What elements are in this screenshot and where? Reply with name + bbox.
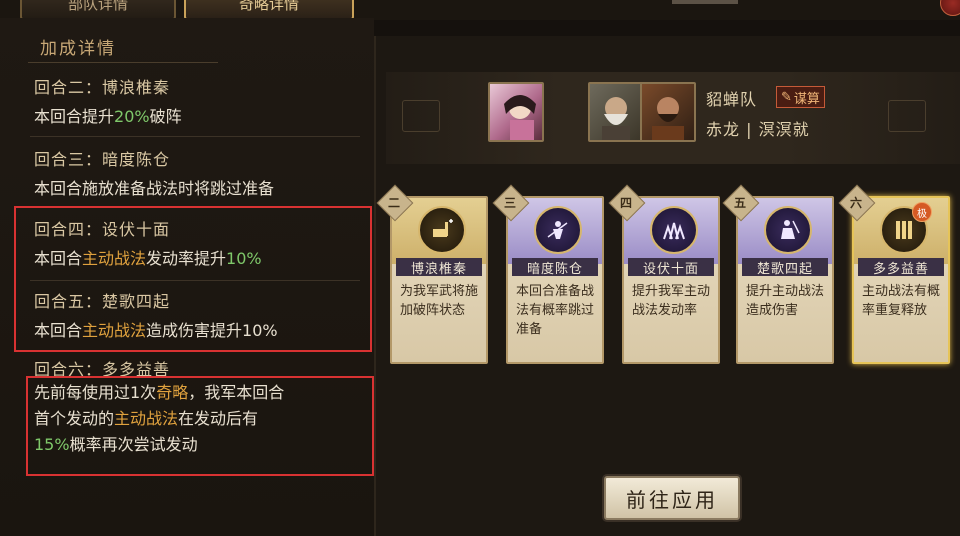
round-badge-number: 五 bbox=[733, 195, 746, 210]
portrait-image bbox=[504, 95, 536, 140]
card-name: 设伏十面 bbox=[628, 258, 714, 277]
round-3-name: 回合三：暗度陈仓 bbox=[34, 150, 171, 169]
card-name: 暗度陈仓 bbox=[512, 258, 598, 277]
card-name: 多多益善 bbox=[858, 258, 944, 277]
band-ornament-left bbox=[402, 100, 440, 132]
tab-troop-details[interactable]: 部队详情 bbox=[20, 0, 176, 20]
round-2-entry: 回合二：博浪椎秦 本回合提升20%破阵 bbox=[34, 74, 364, 127]
army-icon bbox=[663, 222, 685, 240]
team-strategy-tag: ✎ 谋算 bbox=[776, 86, 825, 108]
portrait-image bbox=[602, 97, 630, 140]
card-desc: 提升我军主动战法发动率 bbox=[632, 284, 711, 318]
title-underline bbox=[28, 52, 218, 63]
strategy-emblem-icon bbox=[764, 206, 812, 254]
warrior-icon bbox=[781, 220, 800, 239]
strategy-card-round-4[interactable]: 四 设伏十面 提升我军主动战法发动率 bbox=[608, 184, 720, 364]
strategy-card-round-6[interactable]: 极 六 多多益善 主动战法有概率重复释放 bbox=[838, 184, 950, 364]
strategy-emblem-icon bbox=[534, 206, 582, 254]
strategy-card-round-3[interactable]: 三 暗度陈仓 本回合准备战法有概率跳过准备 bbox=[492, 184, 604, 364]
top-decoration bbox=[672, 0, 738, 4]
card-desc: 为我军武将施加破阵状态 bbox=[400, 284, 479, 318]
rarity-tag-icon: 极 bbox=[912, 202, 932, 222]
card-desc: 本回合准备战法有概率跳过准备 bbox=[516, 284, 595, 337]
round-badge-number: 六 bbox=[849, 195, 862, 210]
card-name: 楚歌四起 bbox=[742, 258, 828, 277]
band-ornament-right bbox=[888, 100, 926, 132]
round-2-desc: 本回合提升20%破阵 bbox=[34, 107, 182, 126]
team-name: 貂蝉队 bbox=[706, 90, 758, 109]
annotation-box-rounds-4-5 bbox=[14, 206, 372, 352]
strategy-emblem-icon bbox=[650, 206, 698, 254]
strategy-card-round-5[interactable]: 五 楚歌四起 提升主动战法造成伤害 bbox=[722, 184, 834, 364]
round-3-entry: 回合三：暗度陈仓 本回合施放准备战法时将跳过准备 bbox=[34, 146, 364, 199]
round-badge-number: 四 bbox=[619, 195, 632, 210]
portrait-diaochan[interactable] bbox=[488, 82, 544, 142]
round-badge-number: 二 bbox=[387, 195, 400, 210]
card-name: 博浪椎秦 bbox=[396, 258, 482, 277]
scroll-bundle-icon bbox=[896, 221, 912, 239]
round-badge-number: 三 bbox=[503, 195, 516, 210]
card-desc: 主动战法有概率重复释放 bbox=[862, 284, 941, 318]
annotation-box-round-6 bbox=[26, 376, 374, 476]
team-members: 赤龙 | 溟溟就 bbox=[706, 120, 810, 139]
portrait-general-3[interactable] bbox=[640, 82, 696, 142]
round-3-desc: 本回合施放准备战法时将跳过准备 bbox=[34, 179, 275, 198]
round-2-name: 回合二：博浪椎秦 bbox=[34, 78, 171, 97]
strategy-emblem-icon bbox=[418, 206, 466, 254]
apply-button[interactable]: 前往应用 bbox=[604, 476, 740, 520]
divider bbox=[30, 136, 360, 137]
panel-divider bbox=[374, 36, 376, 536]
portrait-image bbox=[652, 97, 684, 140]
portrait-general-2[interactable] bbox=[588, 82, 644, 142]
swordsman-icon bbox=[547, 221, 568, 239]
scroll-icon: ✎ bbox=[781, 89, 792, 105]
card-desc: 提升主动战法造成伤害 bbox=[746, 284, 825, 318]
tab-strategy-details[interactable]: 奇略详情 bbox=[184, 0, 354, 20]
strategy-card-round-2[interactable]: 二 博浪椎秦 为我军武将施加破阵状态 bbox=[376, 184, 488, 364]
hammer-icon bbox=[433, 219, 453, 237]
